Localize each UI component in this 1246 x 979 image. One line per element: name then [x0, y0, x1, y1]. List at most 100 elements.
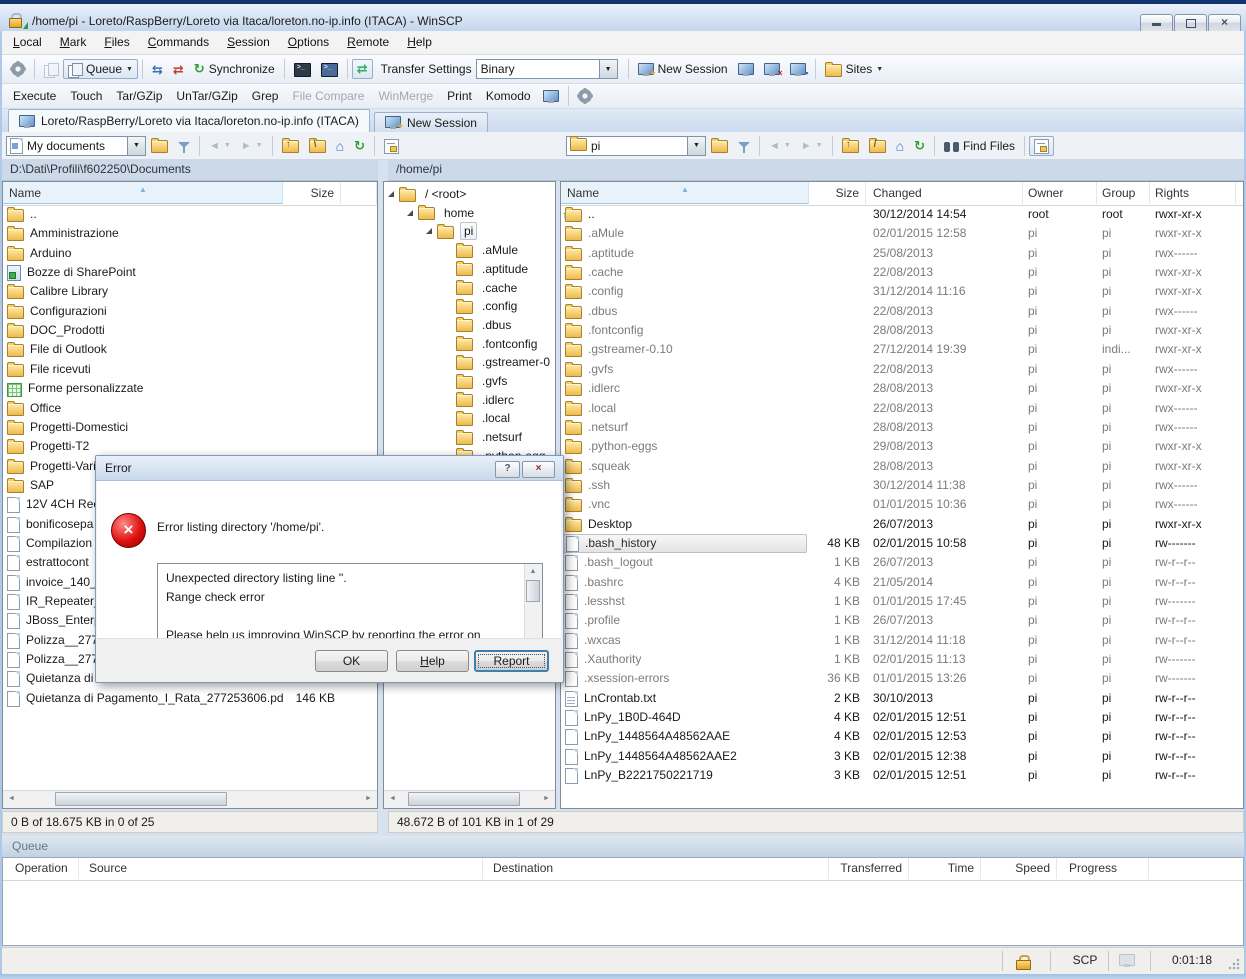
- remote-file-row[interactable]: Desktop26/07/2013pipirwxr-xr-x: [561, 515, 1243, 534]
- command-print[interactable]: Print: [440, 85, 479, 108]
- local-file-row[interactable]: Office: [3, 399, 377, 418]
- local-tree-toggle-button[interactable]: [379, 136, 404, 156]
- local-file-row[interactable]: Bozze di SharePoint: [3, 263, 377, 282]
- remote-file-row[interactable]: .fontconfig28/08/2013pipirwxr-xr-x: [561, 321, 1243, 340]
- tree-node[interactable]: .fontconfig: [445, 335, 555, 353]
- tree-node[interactable]: .aMule: [445, 241, 555, 259]
- remote-file-row[interactable]: LnPy_1448564A48562AAE23 KB02/01/2015 12:…: [561, 747, 1243, 766]
- column-header-partial[interactable]: [341, 182, 377, 204]
- local-refresh-button[interactable]: ↻: [349, 136, 370, 156]
- remote-file-row[interactable]: .bash_history48 KB02/01/2015 10:58pipirw…: [561, 534, 1243, 553]
- synchronize-browsing-button[interactable]: ⇄: [168, 59, 189, 79]
- remote-file-row[interactable]: .ssh30/12/2014 11:38pipirwx------: [561, 476, 1243, 495]
- customize-commands-button[interactable]: [573, 86, 597, 106]
- local-horizontal-scrollbar[interactable]: ◄ ►: [3, 790, 377, 808]
- menu-mark[interactable]: Mark: [51, 31, 96, 54]
- remote-file-row[interactable]: .local22/08/2013pipirwx------: [561, 399, 1243, 418]
- remote-file-row[interactable]: .lesshst1 KB01/01/2015 17:45pipirw------…: [561, 592, 1243, 611]
- remote-file-row[interactable]: .gvfs22/08/2013pipirwx------: [561, 360, 1243, 379]
- remote-file-row[interactable]: .idlerc28/08/2013pipirwxr-xr-x: [561, 379, 1243, 398]
- remote-forward-button[interactable]: ►▼: [796, 136, 828, 156]
- remote-file-row[interactable]: .xsession-errors36 KB01/01/2015 13:26pip…: [561, 669, 1243, 688]
- ok-button[interactable]: OK: [315, 650, 388, 672]
- queue-toggle-button[interactable]: Queue ▼: [63, 59, 138, 79]
- tree-node[interactable]: .netsurf: [445, 428, 555, 446]
- column-header-size[interactable]: Size: [809, 182, 866, 204]
- dialog-context-help-button[interactable]: ?: [495, 461, 520, 478]
- protocol-indicator[interactable]: SCP: [1064, 948, 1106, 973]
- refresh-session-button[interactable]: ⇄: [352, 59, 373, 79]
- column-header-name[interactable]: Name ▲: [3, 182, 283, 204]
- scrollbar-thumb[interactable]: [526, 580, 540, 602]
- command-tar-gzip[interactable]: Tar/GZip: [109, 85, 169, 108]
- column-header-changed[interactable]: Changed: [866, 182, 1023, 204]
- scroll-left-icon[interactable]: ◄: [384, 791, 401, 807]
- remote-path-bar[interactable]: /home/pi: [388, 159, 1244, 181]
- remote-home-dir-button[interactable]: ⌂: [891, 136, 909, 156]
- local-filter-button[interactable]: [173, 136, 195, 156]
- duplicate-session-button[interactable]: [733, 59, 759, 79]
- local-file-row[interactable]: Quietanza di Pagamento_I_Rata_277253606.…: [3, 689, 377, 708]
- queue-show-button[interactable]: [39, 59, 63, 79]
- tree-node[interactable]: home: [407, 204, 555, 222]
- scroll-up-icon[interactable]: ▲: [525, 564, 541, 579]
- tree-node[interactable]: .gstreamer-0: [445, 353, 555, 371]
- queue-title-bar[interactable]: Queue: [2, 836, 1244, 857]
- remote-file-row[interactable]: .cache22/08/2013pipirwxr-xr-x: [561, 263, 1243, 282]
- command-untar-gzip[interactable]: UnTar/GZip: [169, 85, 244, 108]
- help-button[interactable]: Help: [396, 650, 469, 672]
- local-file-row[interactable]: Forme personalizzate: [3, 379, 377, 398]
- tree-horizontal-scrollbar[interactable]: ◄ ►: [384, 790, 555, 808]
- local-open-directory-button[interactable]: [146, 136, 173, 156]
- scrollbar-thumb[interactable]: [408, 792, 520, 806]
- synchronize-button[interactable]: ↻ Synchronize: [189, 59, 280, 79]
- tree-node[interactable]: .aptitude: [445, 260, 555, 278]
- remote-file-row[interactable]: .aptitude25/08/2013pipirwx------: [561, 244, 1243, 263]
- tree-node[interactable]: pi: [426, 222, 555, 240]
- queue-column-destination[interactable]: Destination: [489, 858, 829, 879]
- sites-button[interactable]: Sites ▼: [820, 59, 889, 79]
- transfer-settings-combo[interactable]: Binary ▼: [476, 59, 618, 79]
- menu-local[interactable]: Local: [4, 31, 51, 54]
- local-forward-button[interactable]: ►▼: [236, 136, 268, 156]
- tree-expanded-icon[interactable]: [407, 210, 413, 216]
- remote-file-row[interactable]: .netsurf28/08/2013pipirwx------: [561, 418, 1243, 437]
- tree-node[interactable]: .dbus: [445, 316, 555, 334]
- tree-node[interactable]: / <root>: [388, 185, 555, 203]
- remote-file-row[interactable]: .python-eggs29/08/2013pipirwxr-xr-x: [561, 437, 1243, 456]
- console-settings-button[interactable]: [316, 59, 343, 79]
- open-console-button[interactable]: [289, 59, 316, 79]
- tree-expanded-icon[interactable]: [388, 191, 394, 197]
- find-files-button[interactable]: Find Files: [939, 136, 1020, 156]
- local-file-row[interactable]: Amministrazione: [3, 224, 377, 243]
- remote-root-dir-button[interactable]: /: [864, 136, 891, 156]
- dialog-title-bar[interactable]: Error: [96, 456, 563, 481]
- local-file-row[interactable]: Arduino: [3, 244, 377, 263]
- remote-file-row[interactable]: .gstreamer-0.1027/12/2014 19:39piindi...…: [561, 340, 1243, 359]
- column-header-owner[interactable]: Owner: [1023, 182, 1097, 204]
- local-file-row[interactable]: DOC_Prodotti: [3, 321, 377, 340]
- menu-commands[interactable]: Commands: [139, 31, 218, 54]
- scroll-left-icon[interactable]: ◄: [3, 791, 20, 807]
- local-back-button[interactable]: ◄▼: [204, 136, 236, 156]
- remote-file-row[interactable]: .wxcas1 KB31/12/2014 11:18pipirw-r--r--: [561, 631, 1243, 650]
- command-execute[interactable]: Execute: [6, 85, 63, 108]
- remote-file-row[interactable]: .vnc01/01/2015 10:36pipirwx------: [561, 495, 1243, 514]
- remote-file-row[interactable]: .squeak28/08/2013pipirwxr-xr-x: [561, 457, 1243, 476]
- local-root-dir-button[interactable]: \: [304, 136, 331, 156]
- menu-session[interactable]: Session: [218, 31, 279, 54]
- preferences-button[interactable]: [6, 59, 30, 79]
- remote-open-directory-button[interactable]: [706, 136, 733, 156]
- tree-node[interactable]: .local: [445, 409, 555, 427]
- local-file-row[interactable]: Progetti-Domestici: [3, 418, 377, 437]
- remote-file-row[interactable]: ↑..30/12/2014 14:54rootrootrwxr-xr-x: [561, 205, 1243, 224]
- local-home-dir-button[interactable]: ⌂: [331, 136, 349, 156]
- local-path-bar[interactable]: D:\Dati\Profili\f602250\Documents: [2, 159, 378, 181]
- menu-options[interactable]: Options: [279, 31, 338, 54]
- remote-back-button[interactable]: ◄▼: [764, 136, 796, 156]
- session-tab-new[interactable]: ✦New Session: [374, 112, 488, 132]
- menu-files[interactable]: Files: [95, 31, 138, 54]
- local-file-row[interactable]: ↑..: [3, 205, 377, 224]
- remote-directory-combo[interactable]: pi ▼: [566, 136, 706, 156]
- remote-file-row[interactable]: .profile1 KB26/07/2013pipirw-r--r--: [561, 611, 1243, 630]
